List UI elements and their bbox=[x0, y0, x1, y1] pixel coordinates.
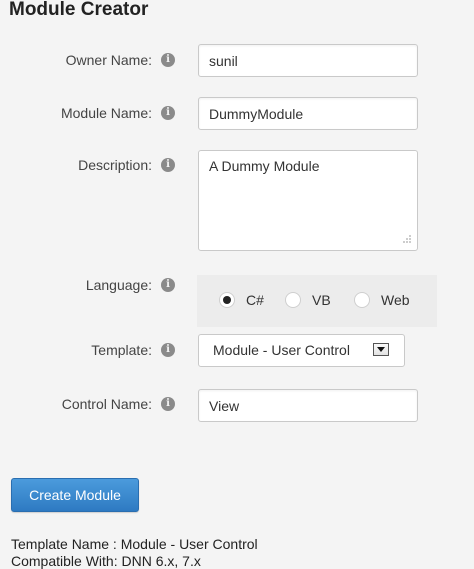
language-label: Language: bbox=[85, 277, 152, 293]
info-icon[interactable]: i bbox=[161, 158, 175, 172]
radio-csharp[interactable] bbox=[219, 292, 235, 308]
radio-csharp-label[interactable]: C# bbox=[246, 292, 264, 308]
resize-grip-icon[interactable] bbox=[400, 233, 412, 245]
create-module-button[interactable]: Create Module bbox=[11, 478, 139, 512]
info-icon[interactable]: i bbox=[161, 343, 175, 357]
info-icon[interactable]: i bbox=[161, 397, 175, 411]
info-icon[interactable]: i bbox=[161, 106, 175, 120]
radio-vb-label[interactable]: VB bbox=[312, 292, 331, 308]
radio-vb[interactable] bbox=[285, 292, 301, 308]
control-name-label: Control Name: bbox=[61, 396, 152, 412]
compatible-text: Compatible With: DNN 6.x, 7.x bbox=[11, 553, 201, 569]
info-icon[interactable]: i bbox=[161, 278, 175, 292]
info-icon[interactable]: i bbox=[161, 53, 175, 67]
description-text: A Dummy Module bbox=[209, 158, 320, 174]
template-select[interactable]: Module - User Control bbox=[198, 334, 405, 367]
module-name-input[interactable]: DummyModule bbox=[198, 97, 418, 130]
module-name-label: Module Name: bbox=[60, 105, 152, 121]
template-name-text: Template Name : Module - User Control bbox=[11, 536, 258, 552]
radio-web[interactable] bbox=[354, 292, 370, 308]
template-label: Template: bbox=[91, 342, 152, 358]
chevron-down-icon[interactable] bbox=[373, 343, 389, 356]
description-label: Description: bbox=[78, 157, 152, 173]
owner-name-input[interactable]: sunil bbox=[198, 44, 418, 77]
radio-web-label[interactable]: Web bbox=[381, 292, 410, 308]
description-textarea[interactable]: A Dummy Module bbox=[198, 150, 418, 251]
owner-name-label: Owner Name: bbox=[65, 52, 152, 68]
page-title: Module Creator bbox=[9, 0, 149, 20]
control-name-input[interactable]: View bbox=[198, 389, 418, 422]
template-select-value: Module - User Control bbox=[213, 342, 350, 358]
